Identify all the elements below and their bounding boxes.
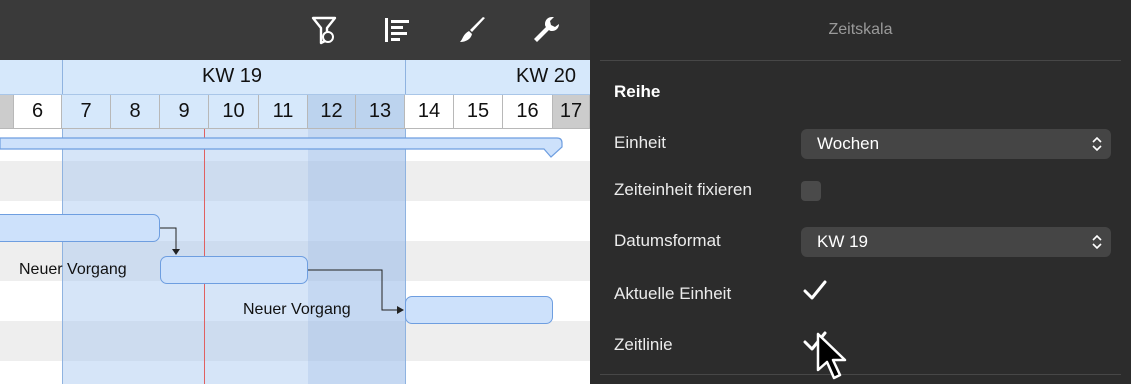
- inspector-panel: Zeitskala Reihe Einheit Wochen Zeiteinhe…: [590, 0, 1131, 384]
- unit-select[interactable]: Wochen: [801, 129, 1111, 159]
- current-unit-checkmark-icon[interactable]: [803, 279, 827, 301]
- gantt-layout-icon[interactable]: [380, 12, 416, 48]
- gantt-chart: KW 19 KW 20 6 7 8 9 10 11 12 13 14 15 16…: [0, 60, 590, 384]
- unit-label: Einheit: [614, 133, 666, 152]
- chevron-updown-icon: [1091, 227, 1103, 257]
- brush-icon[interactable]: [455, 12, 491, 48]
- unit-select-value: Wochen: [817, 134, 880, 153]
- wrench-icon[interactable]: [528, 12, 564, 48]
- chevron-updown-icon: [1091, 129, 1103, 159]
- toolbar: [0, 0, 590, 60]
- timeline-label: Zeitlinie: [614, 335, 673, 354]
- date-format-label: Datumsformat: [614, 231, 721, 250]
- date-format-select-value: KW 19: [817, 232, 869, 251]
- inspector-title: Zeitskala: [828, 21, 893, 38]
- divider: [600, 60, 1121, 61]
- section-heading: Reihe: [614, 82, 661, 101]
- current-unit-label: Aktuelle Einheit: [614, 284, 732, 303]
- fix-unit-checkbox[interactable]: [801, 181, 821, 201]
- divider: [600, 374, 1121, 375]
- mouse-cursor-icon: [816, 332, 847, 380]
- date-format-select[interactable]: KW 19: [801, 227, 1111, 257]
- dependency-arrows: [160, 227, 404, 314]
- fix-unit-label: Zeiteinheit fixieren: [614, 180, 752, 199]
- filter-icon[interactable]: [306, 12, 342, 48]
